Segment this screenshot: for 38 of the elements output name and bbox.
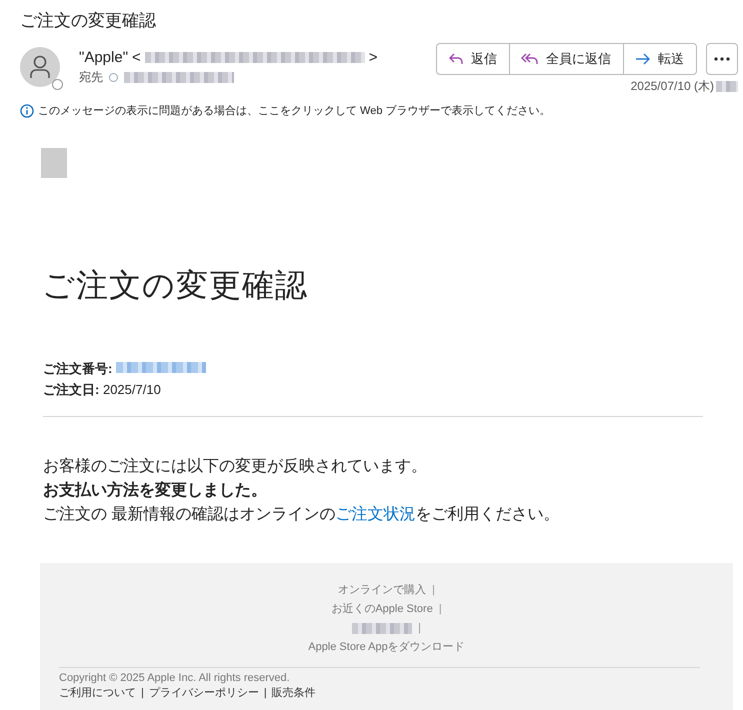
separator: | bbox=[264, 686, 267, 701]
arrow-right-icon bbox=[635, 53, 651, 65]
separator: | bbox=[141, 686, 144, 701]
display-issue-link[interactable]: このメッセージの表示に問題がある場合は、ここをクリックして Web ブラウザーで表示してください。 bbox=[38, 103, 551, 118]
footer-link[interactable]: お近くのApple Store bbox=[331, 600, 433, 619]
legal-link[interactable]: ご利用について bbox=[59, 686, 136, 701]
avatar-icon bbox=[20, 47, 60, 87]
reply-all-icon bbox=[521, 52, 539, 66]
legal-link[interactable]: プライバシーポリシー bbox=[148, 686, 259, 701]
field-label: ご注文日: bbox=[43, 382, 100, 397]
bracket: > bbox=[368, 49, 378, 66]
info-icon bbox=[20, 104, 34, 118]
field-value: 2025/7/10 bbox=[102, 382, 161, 397]
recipient-label: 宛先 bbox=[79, 69, 103, 86]
redacted-text bbox=[352, 623, 412, 634]
presence-icon bbox=[109, 73, 118, 82]
email-heading: ご注文の変更確認 bbox=[42, 266, 309, 305]
field-label: ご注文番号: bbox=[43, 361, 112, 376]
bracket: < bbox=[132, 49, 141, 66]
message-text: お支払い方法を変更しました。 bbox=[43, 480, 268, 501]
received-date: 2025/07/10 (木) bbox=[630, 78, 714, 95]
redacted-text bbox=[716, 81, 738, 92]
more-icon bbox=[714, 57, 730, 61]
separator: | bbox=[438, 602, 442, 617]
forward-button[interactable]: 転送 bbox=[623, 44, 696, 74]
footer-link[interactable]: Apple Store Appをダウンロード bbox=[308, 638, 465, 657]
footer-link[interactable]: オンラインで購入 bbox=[338, 581, 426, 600]
message-text: お客様のご注文には以下の変更が反映されています。 bbox=[43, 456, 428, 477]
legal-link[interactable]: 販売条件 bbox=[272, 686, 316, 701]
reply-icon bbox=[448, 52, 464, 66]
sender-name[interactable]: "Apple" bbox=[79, 49, 128, 66]
order-status-link[interactable]: ご注文状況 bbox=[335, 506, 416, 523]
separator: | bbox=[418, 621, 421, 636]
email-subject: ご注文の変更確認 bbox=[19, 10, 157, 32]
copyright-text: Copyright © 2025 Apple Inc. All rights reserved. bbox=[59, 671, 291, 686]
more-button[interactable] bbox=[706, 43, 738, 75]
message-text: ご注文の 最新情報の確認はオンラインのご注文状況をご利用ください。 bbox=[43, 504, 560, 525]
separator: | bbox=[432, 583, 435, 598]
